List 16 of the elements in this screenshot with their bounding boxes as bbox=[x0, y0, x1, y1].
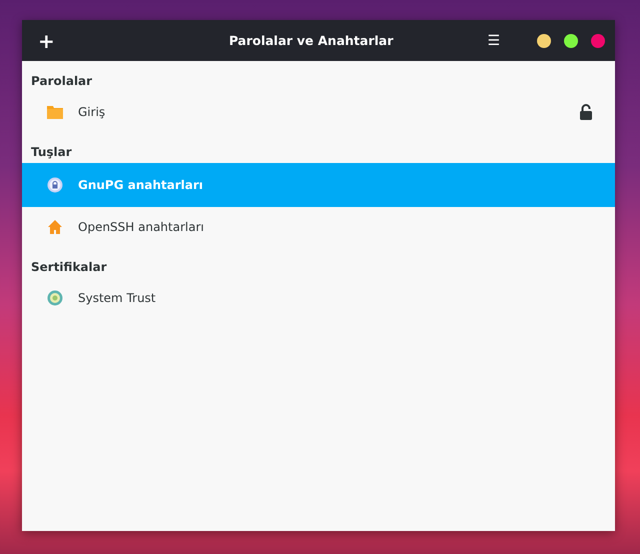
certificate-icon bbox=[47, 290, 63, 306]
lock-badge-icon bbox=[47, 177, 63, 193]
close-button[interactable] bbox=[591, 34, 605, 48]
sidebar-item[interactable]: OpenSSH anahtarları bbox=[22, 207, 615, 247]
maximize-button[interactable] bbox=[564, 34, 578, 48]
folder-icon bbox=[47, 105, 63, 119]
sidebar-item[interactable]: System Trust bbox=[22, 278, 615, 318]
section-heading: Sertifikalar bbox=[30, 259, 108, 276]
minimize-button[interactable] bbox=[537, 34, 551, 48]
menu-button[interactable]: ☰ bbox=[483, 30, 504, 50]
sidebar-item[interactable]: Giriş bbox=[22, 92, 615, 132]
house-icon bbox=[47, 219, 63, 235]
section-heading: Parolalar bbox=[30, 73, 94, 90]
window-title: Parolalar ve Anahtarlar bbox=[228, 33, 394, 48]
add-button[interactable]: + bbox=[34, 28, 59, 52]
section-heading: Tuşlar bbox=[30, 144, 73, 161]
